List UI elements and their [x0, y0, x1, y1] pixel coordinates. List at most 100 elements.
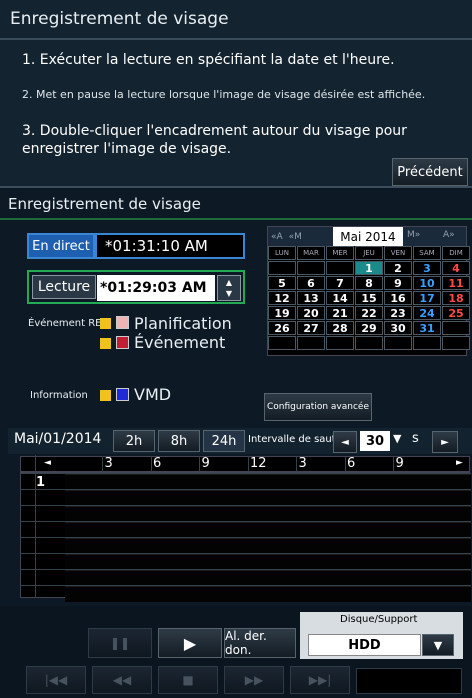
calendar-day[interactable]: [384, 336, 412, 350]
calendar-day[interactable]: 9: [384, 276, 412, 290]
calendar-day[interactable]: 23: [384, 306, 412, 320]
rewind-icon: ◀◀: [112, 673, 132, 687]
scroll-right-icon[interactable]: ►: [456, 458, 463, 468]
play-icon: ▶: [183, 633, 197, 653]
next-month-button[interactable]: M»: [404, 230, 423, 240]
calendar-day[interactable]: [268, 336, 296, 350]
pause-button[interactable]: ❚❚: [88, 628, 152, 658]
timeline-track[interactable]: [65, 522, 471, 538]
dropdown-arrow-icon[interactable]: ▼: [393, 432, 401, 445]
schedule-checkbox[interactable]: [100, 318, 111, 329]
calendar-day[interactable]: 22: [355, 306, 383, 320]
calendar-day[interactable]: 16: [384, 291, 412, 305]
playback-button[interactable]: Lecture: [32, 275, 96, 299]
calendar-day[interactable]: [297, 336, 325, 350]
skip-next-button[interactable]: ►: [432, 431, 458, 453]
disk-select[interactable]: HDD: [308, 634, 421, 656]
calendar-day[interactable]: 20: [297, 306, 325, 320]
vmd-checkbox[interactable]: [100, 390, 111, 401]
timeline-track[interactable]: [65, 554, 471, 570]
calendar-day[interactable]: 26: [268, 321, 296, 335]
play-button[interactable]: ▶: [158, 628, 222, 658]
calendar-day[interactable]: [297, 261, 325, 275]
calendar-day[interactable]: 18: [442, 291, 470, 305]
calendar-day[interactable]: 19: [268, 306, 296, 320]
timeline-track[interactable]: [65, 506, 471, 522]
up-arrow-icon[interactable]: ▲: [226, 277, 232, 288]
event-checkbox[interactable]: [100, 338, 111, 349]
calendar-day[interactable]: [442, 321, 470, 335]
timeline-tick-mark: [344, 456, 346, 472]
calendar-day[interactable]: 7: [326, 276, 354, 290]
calendar-day[interactable]: [355, 336, 383, 350]
skip-prev-button[interactable]: ◄: [333, 431, 357, 453]
stop-button[interactable]: ■: [158, 666, 218, 694]
calendar-day[interactable]: [413, 336, 441, 350]
calendar-day[interactable]: 2: [384, 261, 412, 275]
playback-time-field[interactable]: *01:29:03 AM: [97, 275, 215, 301]
timeline-track[interactable]: [65, 586, 471, 602]
calendar-day[interactable]: 13: [297, 291, 325, 305]
skip-start-button[interactable]: |◀◀: [26, 666, 86, 694]
next-year-button[interactable]: A»: [440, 230, 458, 240]
prev-month-button[interactable]: «M: [286, 232, 305, 242]
timeline-track[interactable]: [65, 538, 471, 554]
time-stepper[interactable]: ▲ ▼: [217, 275, 241, 301]
calendar-day[interactable]: 12: [268, 291, 296, 305]
live-button[interactable]: En direct: [27, 233, 95, 259]
fast-forward-icon: ▶▶: [244, 673, 264, 687]
calendar-day[interactable]: 25: [442, 306, 470, 320]
event-label: Événement: [134, 333, 226, 352]
calendar-day[interactable]: 17: [413, 291, 441, 305]
rewind-button[interactable]: ◀◀: [92, 666, 152, 694]
calendar-day[interactable]: [326, 261, 354, 275]
calendar-day[interactable]: 11: [442, 276, 470, 290]
calendar-day[interactable]: 10: [413, 276, 441, 290]
timeline-track[interactable]: [65, 490, 471, 506]
skip-end-icon: ▶▶|: [308, 673, 332, 687]
calendar-day[interactable]: 14: [326, 291, 354, 305]
advanced-settings-button[interactable]: Configuration avancée: [264, 393, 372, 421]
zoom-24h-button[interactable]: 24h: [203, 430, 245, 452]
calendar-day[interactable]: 27: [297, 321, 325, 335]
fast-forward-button[interactable]: ▶▶: [224, 666, 284, 694]
calendar-day[interactable]: 21: [326, 306, 354, 320]
vmd-swatch: [116, 388, 129, 401]
calendar-day[interactable]: 24: [413, 306, 441, 320]
skip-end-button[interactable]: ▶▶|: [290, 666, 350, 694]
calendar-day[interactable]: 15: [355, 291, 383, 305]
skip-value[interactable]: 30: [360, 431, 390, 451]
disk-dropdown-button[interactable]: ▼: [422, 634, 454, 656]
timeline-track[interactable]: [65, 474, 471, 490]
timeline-tick-label: 9: [201, 456, 210, 471]
calendar-day[interactable]: 1: [355, 261, 383, 275]
panel-title: Enregistrement de visage: [8, 195, 201, 213]
calendar-day[interactable]: 29: [355, 321, 383, 335]
down-arrow-icon[interactable]: ▼: [226, 288, 232, 299]
calendar-day-name: DIM: [442, 246, 470, 260]
prev-year-button[interactable]: «A: [268, 232, 286, 242]
scroll-left-icon[interactable]: ◄: [44, 458, 51, 468]
calendar-day[interactable]: 3: [413, 261, 441, 275]
calendar-day[interactable]: 4: [442, 261, 470, 275]
timeline-tracks[interactable]: [20, 472, 471, 602]
schedule-label: Planification: [134, 314, 232, 333]
calendar-day[interactable]: 8: [355, 276, 383, 290]
camera-row-label: 1: [36, 475, 46, 490]
calendar-day[interactable]: 31: [413, 321, 441, 335]
calendar-day[interactable]: [442, 336, 470, 350]
previous-button[interactable]: Précédent: [392, 158, 468, 186]
calendar-day[interactable]: 30: [384, 321, 412, 335]
timeline-tick-label: 6: [153, 456, 162, 471]
calendar-day[interactable]: [268, 261, 296, 275]
calendar-day[interactable]: 28: [326, 321, 354, 335]
timeline-track[interactable]: [65, 570, 471, 586]
timeline-tick-mark: [102, 456, 104, 472]
calendar-day[interactable]: 6: [297, 276, 325, 290]
timeline-tick-mark: [199, 456, 201, 472]
last-data-button[interactable]: Al. der. don.: [224, 628, 296, 658]
zoom-2h-button[interactable]: 2h: [113, 430, 155, 452]
calendar-day[interactable]: [326, 336, 354, 350]
calendar-day[interactable]: 5: [268, 276, 296, 290]
zoom-8h-button[interactable]: 8h: [158, 430, 200, 452]
